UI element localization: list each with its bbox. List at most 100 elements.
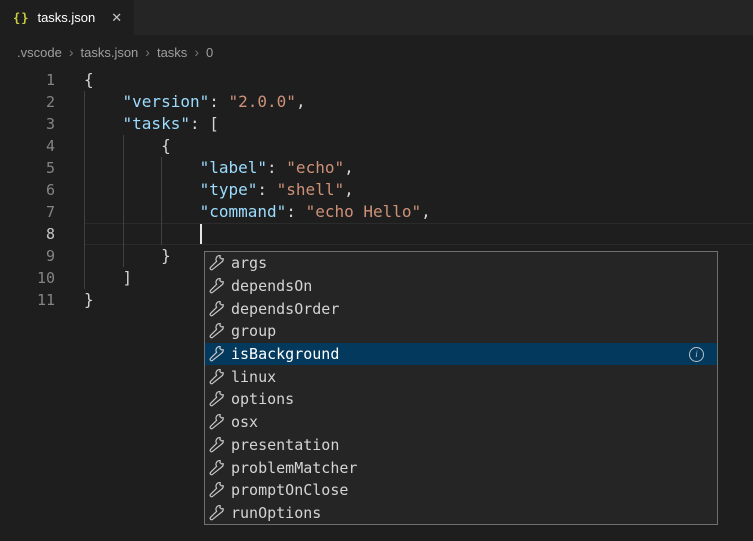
line-number[interactable]: 8 (0, 223, 55, 245)
tab-tasks-json[interactable]: {} tasks.json ✕ (0, 0, 134, 35)
code-line[interactable]: 3 "tasks": [ (0, 113, 753, 135)
code-text: "version": "2.0.0", (84, 91, 753, 113)
wrench-icon (209, 505, 225, 521)
wrench-icon (209, 482, 225, 498)
code-token (84, 202, 200, 221)
breadcrumb-item[interactable]: 0 (206, 45, 213, 60)
breadcrumb-item[interactable]: tasks.json (80, 45, 138, 60)
code-text: "label": "echo", (84, 157, 753, 179)
code-token: , (421, 202, 431, 221)
code-token: } (84, 290, 94, 309)
indent-guide-icon (123, 157, 124, 179)
indent-guide-icon (123, 223, 124, 245)
suggest-item-label: promptOnClose (231, 481, 348, 499)
code-token (84, 180, 200, 199)
indent-guide-icon (123, 201, 124, 223)
wrench-icon (209, 460, 225, 476)
code-token: ] (123, 268, 133, 287)
wrench-icon (209, 414, 225, 430)
indent-guide-icon (84, 201, 85, 223)
code-token: "echo Hello" (306, 202, 422, 221)
suggest-item[interactable]: dependsOn (205, 275, 717, 298)
line-number[interactable]: 10 (0, 267, 55, 289)
indent-guide-icon (161, 201, 162, 223)
code-line[interactable]: 1{ (0, 69, 753, 91)
code-line[interactable]: 2 "version": "2.0.0", (0, 91, 753, 113)
code-text: { (84, 135, 753, 157)
wrench-icon (209, 437, 225, 453)
indent-guide-icon (84, 91, 85, 113)
code-token: } (161, 246, 171, 265)
wrench-icon (209, 346, 225, 362)
code-line[interactable]: 5 "label": "echo", (0, 157, 753, 179)
indent-guide-icon (84, 157, 85, 179)
suggest-item[interactable]: linux (205, 365, 717, 388)
suggest-item[interactable]: dependsOrder (205, 297, 717, 320)
indent-guide-icon (84, 179, 85, 201)
indent-guide-icon (123, 135, 124, 157)
code-line[interactable]: 8 (0, 223, 753, 245)
wrench-icon (209, 301, 225, 317)
suggest-item[interactable]: args (205, 252, 717, 275)
code-token: , (344, 180, 354, 199)
suggest-item-label: options (231, 390, 294, 408)
code-token: "tasks" (123, 114, 190, 133)
code-token: : (209, 92, 228, 111)
code-token: "label" (200, 158, 267, 177)
code-line[interactable]: 7 "command": "echo Hello", (0, 201, 753, 223)
suggest-item-label: isBackground (231, 345, 339, 363)
line-number[interactable]: 11 (0, 289, 55, 311)
code-text: "type": "shell", (84, 179, 753, 201)
line-number[interactable]: 9 (0, 245, 55, 267)
breadcrumb-item[interactable]: tasks (157, 45, 187, 60)
suggest-item-label: dependsOrder (231, 300, 339, 318)
wrench-icon (209, 369, 225, 385)
tab-label: tasks.json (37, 10, 95, 25)
indent-guide-icon (161, 157, 162, 179)
indent-guide-icon (161, 223, 162, 245)
line-number[interactable]: 2 (0, 91, 55, 113)
line-number[interactable]: 6 (0, 179, 55, 201)
code-token (84, 158, 200, 177)
suggest-item[interactable]: presentation (205, 434, 717, 457)
suggest-item-label: args (231, 254, 267, 272)
breadcrumb: .vscode›tasks.json›tasks›0 (0, 35, 753, 69)
wrench-icon (209, 323, 225, 339)
line-number[interactable]: 7 (0, 201, 55, 223)
suggest-item-label: presentation (231, 436, 339, 454)
indent-guide-icon (161, 179, 162, 201)
code-line[interactable]: 6 "type": "shell", (0, 179, 753, 201)
info-icon[interactable]: i (689, 347, 704, 362)
suggest-item[interactable]: isBackground i (205, 343, 717, 366)
code-token: "type" (200, 180, 258, 199)
suggest-item[interactable]: promptOnClose (205, 479, 717, 502)
code-token: "shell" (277, 180, 344, 199)
line-number[interactable]: 4 (0, 135, 55, 157)
line-number[interactable]: 1 (0, 69, 55, 91)
line-number[interactable]: 3 (0, 113, 55, 135)
code-text: "tasks": [ (84, 113, 753, 135)
breadcrumb-separator-icon: › (145, 44, 150, 60)
code-token: { (161, 136, 171, 155)
code-token: : [ (190, 114, 219, 133)
code-token: "command" (200, 202, 287, 221)
code-token: "version" (123, 92, 210, 111)
indent-guide-icon (84, 113, 85, 135)
indent-guide-icon (84, 245, 85, 267)
tab-bar: {} tasks.json ✕ (0, 0, 753, 35)
suggest-item[interactable]: osx (205, 411, 717, 434)
line-number[interactable]: 5 (0, 157, 55, 179)
suggest-item-label: group (231, 322, 276, 340)
suggest-item[interactable]: problemMatcher (205, 456, 717, 479)
code-token: { (84, 70, 94, 89)
json-braces-icon: {} (13, 11, 29, 25)
suggest-item-label: linux (231, 368, 276, 386)
suggest-item[interactable]: runOptions (205, 502, 717, 525)
code-token: , (344, 158, 354, 177)
code-line[interactable]: 4 { (0, 135, 753, 157)
close-tab-icon[interactable]: ✕ (111, 10, 122, 26)
suggest-item[interactable]: options (205, 388, 717, 411)
suggest-item-label: runOptions (231, 504, 321, 522)
suggest-item[interactable]: group (205, 320, 717, 343)
breadcrumb-item[interactable]: .vscode (17, 45, 62, 60)
